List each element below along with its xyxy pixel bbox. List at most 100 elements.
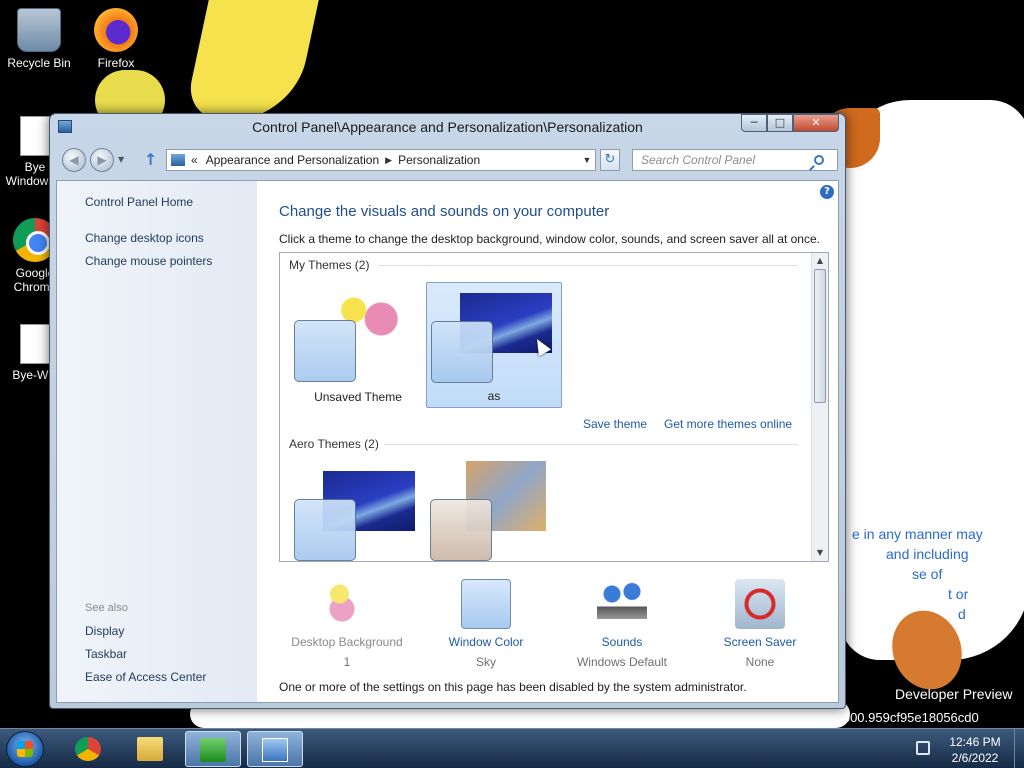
theme-label: as xyxy=(487,389,501,403)
control-panel-icon xyxy=(171,154,185,166)
save-theme-link[interactable]: Save theme xyxy=(583,417,647,431)
maximize-button[interactable]: □ xyxy=(767,114,793,132)
forward-arrow-icon: ▶ xyxy=(97,153,107,167)
help-icon[interactable]: ? xyxy=(820,185,834,199)
sounds-icon[interactable] xyxy=(597,579,647,629)
link-display[interactable]: Display xyxy=(85,624,124,638)
refresh-button[interactable]: ↻ xyxy=(600,149,620,171)
watermark-line: d xyxy=(958,606,966,622)
recycle-bin-icon xyxy=(17,8,61,52)
address-bar[interactable]: « Appearance and Personalization ▶ Perso… xyxy=(166,149,596,171)
watermark-confidential: fidential xyxy=(852,506,906,522)
show-desktop-button[interactable] xyxy=(1014,729,1024,768)
up-arrow-icon[interactable]: ↑ xyxy=(144,150,157,169)
minimize-button[interactable]: ─ xyxy=(741,114,767,132)
link-taskbar[interactable]: Taskbar xyxy=(85,647,127,661)
desktop-icon-firefox[interactable]: Firefox xyxy=(81,8,151,70)
text-file-icon xyxy=(20,324,50,364)
link-change-mouse-pointers[interactable]: Change mouse pointers xyxy=(85,254,212,268)
desktop-icon-label: Firefox xyxy=(97,56,135,70)
search-input[interactable]: Search Control Panel xyxy=(632,149,838,171)
control-panel-icon xyxy=(262,738,288,762)
screen-saver-icon[interactable] xyxy=(735,579,785,629)
watermark-line: t or xyxy=(948,586,969,602)
main-pane: ? Change the visuals and sounds on your … xyxy=(257,181,838,702)
group-header-my-themes: My Themes (2) xyxy=(289,258,370,272)
clock-date: 2/6/2022 xyxy=(951,751,999,765)
breadcrumb-appearance[interactable]: Appearance and Personalization xyxy=(206,153,379,167)
page-heading: Change the visuals and sounds on your co… xyxy=(279,203,610,220)
sounds-title[interactable]: Sounds xyxy=(552,635,692,649)
recent-pages-dropdown[interactable]: ▼ xyxy=(118,155,124,164)
window-color-setting[interactable]: Window Color Sky xyxy=(416,579,556,669)
window-color-title[interactable]: Window Color xyxy=(416,635,556,649)
theme-tile-aero-landscapes[interactable] xyxy=(426,461,562,561)
address-dropdown-icon[interactable]: ▼ xyxy=(579,155,595,165)
taskbar-control-panel[interactable] xyxy=(247,731,303,767)
breadcrumb-personalization[interactable]: Personalization xyxy=(398,153,480,167)
get-more-themes-link[interactable]: Get more themes online xyxy=(664,417,792,431)
instruction-text: Click a theme to change the desktop back… xyxy=(279,232,820,246)
text-file-icon xyxy=(20,116,50,156)
scroll-thumb[interactable] xyxy=(814,269,826,403)
screen-saver-setting[interactable]: Screen Saver None xyxy=(690,579,830,669)
clock-time: 12:46 PM xyxy=(949,735,1001,749)
chrome-icon xyxy=(75,737,101,761)
taskbar-installer[interactable] xyxy=(185,731,241,767)
desktop-icon-label: Recycle Bin xyxy=(7,56,71,70)
theme-list: My Themes (2) Unsaved Theme as Save them… xyxy=(279,252,829,562)
taskbar: 12:46 PM 2/6/2022 xyxy=(0,728,1024,768)
window-color-swatch xyxy=(294,499,356,561)
desktop-background-value: 1 xyxy=(343,655,351,669)
left-pane: Control Panel Home Change desktop icons … xyxy=(57,181,257,702)
link-ease-of-access[interactable]: Ease of Access Center xyxy=(85,670,206,684)
address-overflow[interactable]: « xyxy=(191,153,198,167)
search-icon[interactable] xyxy=(814,155,824,165)
scroll-down-icon[interactable]: ▼ xyxy=(812,545,828,561)
window-title: Control Panel\Appearance and Personaliza… xyxy=(252,119,643,135)
link-change-desktop-icons[interactable]: Change desktop icons xyxy=(85,231,204,245)
title-bar[interactable]: Control Panel\Appearance and Personaliza… xyxy=(50,114,845,140)
admin-disabled-note: One or more of the settings on this page… xyxy=(279,680,747,694)
action-center-icon[interactable] xyxy=(916,741,930,755)
sounds-value: Windows Default xyxy=(576,655,668,669)
window-controls: ─ □ ✕ xyxy=(741,114,839,132)
installer-icon xyxy=(200,738,226,762)
system-clock[interactable]: 12:46 PM 2/6/2022 xyxy=(938,734,1012,766)
group-divider xyxy=(384,444,798,445)
close-button[interactable]: ✕ xyxy=(793,114,839,132)
window-color-icon[interactable] xyxy=(461,579,511,629)
theme-tile-unsaved[interactable]: Unsaved Theme xyxy=(290,282,426,408)
back-arrow-icon: ◀ xyxy=(69,153,79,167)
sounds-setting[interactable]: Sounds Windows Default xyxy=(552,579,692,669)
window-color-swatch xyxy=(431,321,493,383)
watermark-line: e in any manner may xyxy=(852,526,983,542)
scroll-up-icon[interactable]: ▲ xyxy=(812,253,828,269)
breadcrumb-separator-icon[interactable]: ▶ xyxy=(385,155,392,166)
taskbar-file-explorer[interactable] xyxy=(123,731,179,767)
screen-saver-title[interactable]: Screen Saver xyxy=(690,635,830,649)
watermark-line: and including xyxy=(886,546,969,562)
firefox-icon xyxy=(94,8,138,52)
folder-icon xyxy=(137,737,163,761)
watermark-build: d 8064.fbl_eeap.110806-1000.959cf95e1805… xyxy=(692,710,979,725)
desktop-background-icon xyxy=(322,579,372,629)
taskbar-chrome[interactable] xyxy=(61,731,117,767)
window-color-value: Sky xyxy=(475,655,496,669)
desktop-background-setting: Desktop Background 1 xyxy=(277,579,417,669)
link-control-panel-home[interactable]: Control Panel Home xyxy=(85,195,193,209)
watermark-preview: Developer Preview xyxy=(895,686,1013,702)
see-also-label: See also xyxy=(85,602,128,614)
group-header-aero-themes: Aero Themes (2) xyxy=(289,437,379,451)
screen-saver-value: None xyxy=(745,655,775,669)
forward-button[interactable]: ▶ xyxy=(90,148,114,172)
wallpaper-wing xyxy=(183,0,319,120)
theme-tile-aero-windows[interactable] xyxy=(290,461,426,561)
back-button[interactable]: ◀ xyxy=(62,148,86,172)
desktop-icon-recycle-bin[interactable]: Recycle Bin xyxy=(4,8,74,70)
theme-label: Unsaved Theme xyxy=(314,390,402,404)
theme-list-scrollbar[interactable]: ▲ ▼ xyxy=(811,253,828,561)
watermark-line: se of xyxy=(912,566,943,582)
window-color-swatch xyxy=(294,320,356,382)
start-button[interactable] xyxy=(6,731,44,767)
